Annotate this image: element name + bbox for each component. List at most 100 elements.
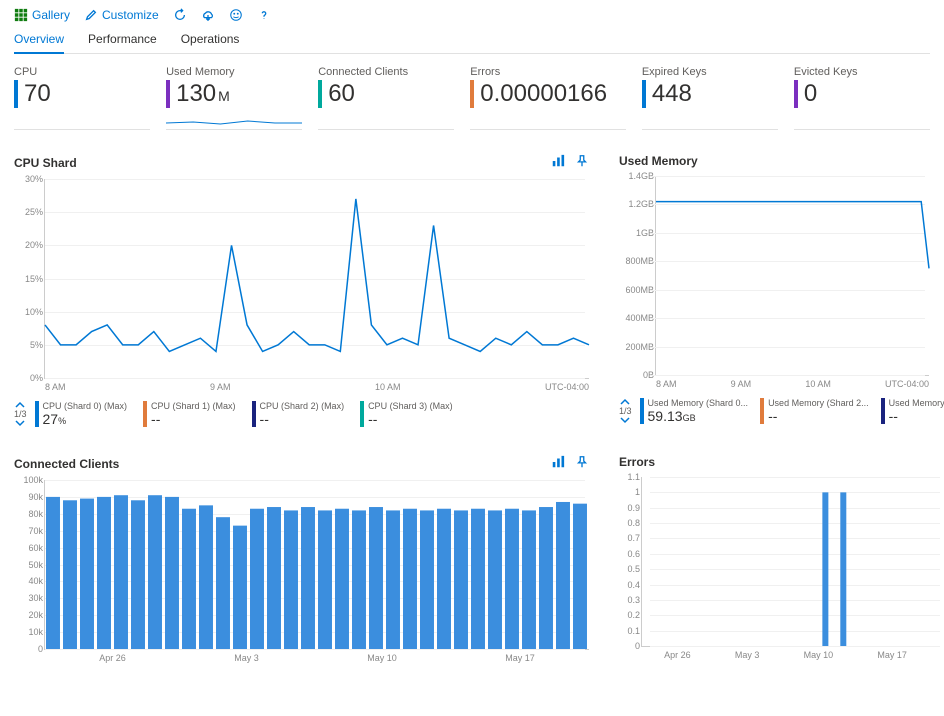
bar-chart-icon[interactable]	[551, 154, 565, 171]
y-tick-label: 90k	[28, 492, 43, 502]
kpi-sparkline	[14, 116, 150, 130]
gallery-label: Gallery	[32, 8, 70, 22]
kpi-label: Connected Clients	[318, 66, 454, 78]
kpi-sparkline	[794, 116, 930, 130]
memory-legend: 1/3 Used Memory (Shard 0... 59.13GBUsed …	[619, 398, 929, 424]
tab-operations[interactable]: Operations	[181, 28, 240, 53]
pin-icon[interactable]	[575, 154, 589, 171]
connected-clients-chart: Connected Clients 100k90k80k70k60k50k40k…	[14, 455, 589, 650]
y-tick-label: 0.6	[627, 549, 640, 559]
y-tick-label: 0	[38, 644, 43, 654]
legend-item[interactable]: CPU (Shard 2) (Max) --	[252, 401, 353, 427]
toolbar: Gallery Customize	[14, 4, 930, 24]
memory-chart-area[interactable]: 1.4GB1.2GB1GB800MB600MB400MB200MB0B 8 AM…	[655, 176, 929, 376]
legend-item[interactable]: Used Memory (Shard 2... --	[881, 398, 944, 424]
kpi-label: CPU	[14, 66, 150, 78]
tab-overview[interactable]: Overview	[14, 28, 64, 54]
y-tick-label: 70k	[28, 526, 43, 536]
kpi-card[interactable]: Errors 0.00000166	[470, 66, 626, 130]
gallery-button[interactable]: Gallery	[14, 8, 70, 22]
y-tick-label: 80k	[28, 509, 43, 519]
kpi-label: Evicted Keys	[794, 66, 930, 78]
legend-name: CPU (Shard 0) (Max)	[43, 401, 128, 411]
y-tick-label: 0.9	[627, 503, 640, 513]
kpi-value: 448	[652, 80, 692, 108]
y-tick-label: 20%	[25, 240, 43, 250]
kpi-value: 130	[176, 80, 216, 108]
y-tick-label: 40k	[28, 576, 43, 586]
legend-name: Used Memory (Shard 0...	[648, 398, 749, 408]
kpi-value: 70	[24, 80, 51, 108]
tabs-bar: Overview Performance Operations	[14, 24, 930, 54]
y-tick-label: 30k	[28, 593, 43, 603]
customize-button[interactable]: Customize	[84, 8, 159, 22]
bar-chart-icon[interactable]	[551, 455, 565, 472]
x-tick-label: 9 AM	[210, 382, 231, 392]
y-tick-label: 60k	[28, 543, 43, 553]
feedback-button[interactable]	[229, 8, 243, 22]
y-tick-label: 30%	[25, 174, 43, 184]
y-tick-label: 10k	[28, 627, 43, 637]
errors-chart: Errors 1.110.90.80.70.60.50.40.30.20.10 …	[619, 455, 929, 650]
clients-chart-area[interactable]: 100k90k80k70k60k50k40k30k20k10k0 Apr 26M…	[44, 480, 589, 650]
cloud-icon	[201, 8, 215, 22]
y-tick-label: 25%	[25, 207, 43, 217]
pin-icon[interactable]	[575, 455, 589, 472]
kpi-sparkline	[166, 116, 302, 130]
y-tick-label: 0.1	[627, 626, 640, 636]
smiley-icon	[229, 8, 243, 22]
legend-value: --	[368, 411, 377, 427]
legend-pager[interactable]: 1/3	[619, 398, 632, 424]
chevron-up-icon[interactable]	[620, 398, 630, 406]
legend-unit: GB	[683, 413, 696, 423]
kpi-card[interactable]: Evicted Keys 0	[794, 66, 930, 130]
y-tick-label: 20k	[28, 610, 43, 620]
kpi-label: Used Memory	[166, 66, 302, 78]
refresh-button[interactable]	[173, 8, 187, 22]
cpu-shard-chart: CPU Shard 30%25%20%15%10%5%0% 8 AM9 AM10…	[14, 154, 589, 427]
legend-item[interactable]: CPU (Shard 0) (Max) 27%	[35, 401, 136, 427]
kpi-value: 0.00000166	[480, 80, 607, 108]
y-tick-label: 0.2	[627, 610, 640, 620]
legend-name: CPU (Shard 2) (Max)	[260, 401, 345, 411]
chevron-up-icon[interactable]	[15, 401, 25, 409]
legend-value: --	[768, 408, 777, 424]
cloud-icon-button[interactable]	[201, 8, 215, 22]
pager-text: 1/3	[14, 409, 27, 419]
customize-label: Customize	[102, 8, 159, 22]
legend-name: CPU (Shard 1) (Max)	[151, 401, 236, 411]
y-tick-label: 15%	[25, 274, 43, 284]
grid-icon	[14, 8, 28, 22]
chevron-down-icon[interactable]	[620, 416, 630, 424]
y-tick-label: 5%	[30, 340, 43, 350]
legend-item[interactable]: Used Memory (Shard 0... 59.13GB	[640, 398, 757, 424]
kpi-card[interactable]: Connected Clients 60	[318, 66, 454, 130]
errors-chart-area[interactable]: 1.110.90.80.70.60.50.40.30.20.10 Apr 26M…	[641, 477, 929, 647]
kpi-card[interactable]: CPU 70	[14, 66, 150, 130]
legend-item[interactable]: CPU (Shard 3) (Max) --	[360, 401, 461, 427]
kpi-card[interactable]: Expired Keys 448	[642, 66, 778, 130]
legend-name: CPU (Shard 3) (Max)	[368, 401, 453, 411]
y-tick-label: 100k	[23, 475, 43, 485]
y-tick-label: 1	[635, 487, 640, 497]
x-tick-label: Apr 26	[664, 650, 691, 660]
x-tick-label: UTC-04:00	[545, 382, 589, 392]
legend-item[interactable]: Used Memory (Shard 2... --	[760, 398, 877, 424]
kpi-sparkline	[642, 116, 778, 130]
kpi-card[interactable]: Used Memory 130 M	[166, 66, 302, 130]
legend-item[interactable]: CPU (Shard 1) (Max) --	[143, 401, 244, 427]
legend-pager[interactable]: 1/3	[14, 401, 27, 427]
x-tick-label: 8 AM	[656, 379, 677, 389]
kpi-value: 0	[804, 80, 817, 108]
legend-value: 59.13	[648, 408, 683, 424]
x-tick-label: 9 AM	[731, 379, 752, 389]
y-tick-label: 0.8	[627, 518, 640, 528]
y-tick-label: 0	[635, 641, 640, 651]
x-tick-label: UTC-04:00	[885, 379, 929, 389]
chevron-down-icon[interactable]	[15, 419, 25, 427]
help-button[interactable]	[257, 8, 271, 22]
tab-performance[interactable]: Performance	[88, 28, 157, 53]
pager-text: 1/3	[619, 406, 632, 416]
cpu-chart-area[interactable]: 30%25%20%15%10%5%0% 8 AM9 AM10 AMUTC-04:…	[44, 179, 589, 379]
y-tick-label: 0%	[30, 373, 43, 383]
